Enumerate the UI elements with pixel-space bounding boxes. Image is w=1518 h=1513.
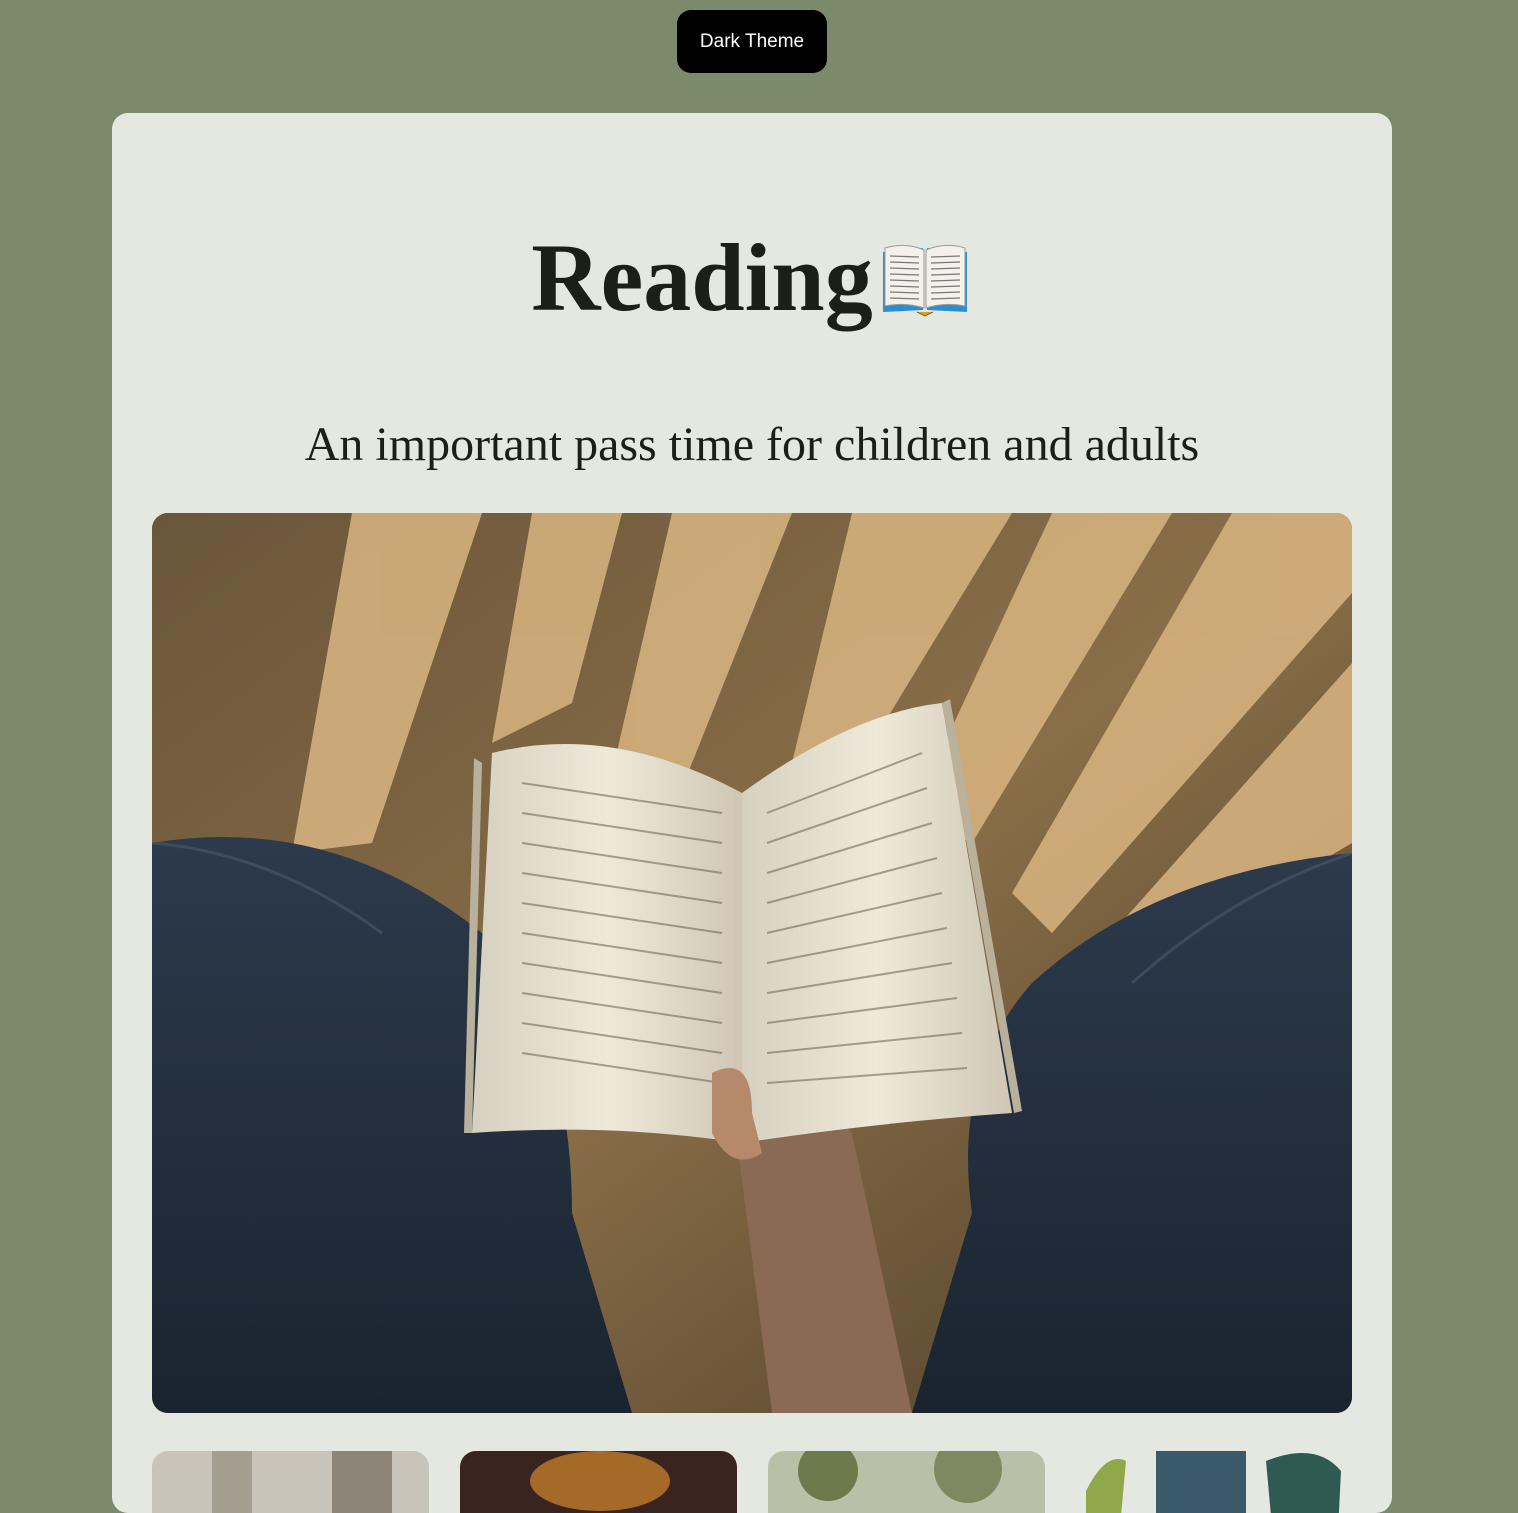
content-card: Reading An important pass time for child…: [112, 113, 1392, 1513]
open-book-icon: [877, 240, 973, 320]
page-title: Reading: [531, 224, 873, 331]
gallery-photo-1: [152, 1451, 429, 1513]
gallery-photo-4: [1076, 1451, 1353, 1513]
gallery-photo-2: [460, 1451, 737, 1513]
page-subtitle: An important pass time for children and …: [304, 418, 1200, 471]
person-reading-book-photo: [152, 513, 1352, 1413]
gallery: [152, 1451, 1353, 1513]
gallery-photo-3: [768, 1451, 1045, 1513]
page-title-row: Reading: [112, 230, 1392, 326]
dark-theme-button[interactable]: Dark Theme: [677, 10, 827, 73]
